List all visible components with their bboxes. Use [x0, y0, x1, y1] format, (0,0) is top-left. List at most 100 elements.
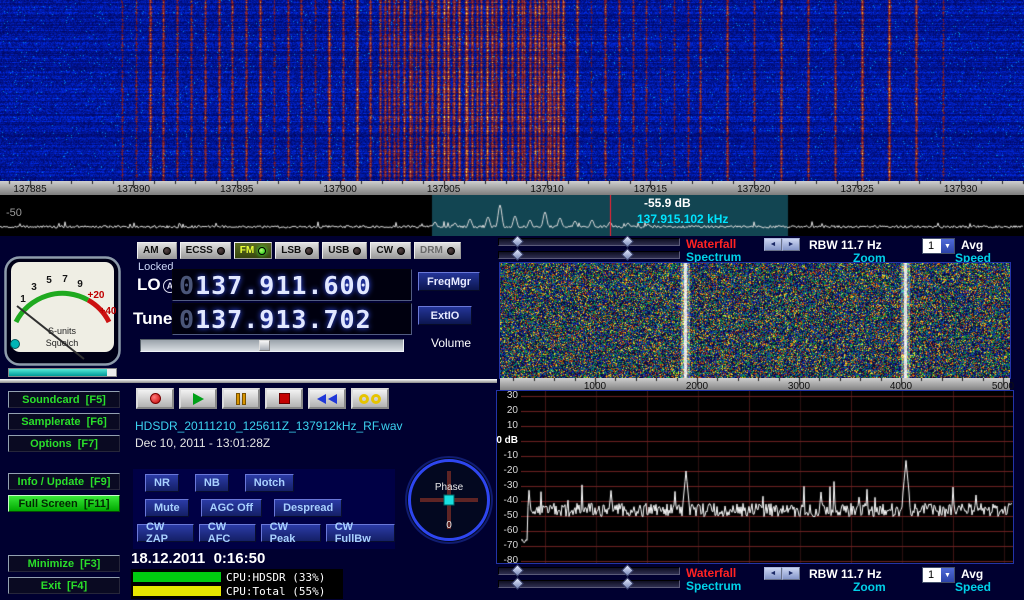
despread-button[interactable]: Despread: [274, 499, 342, 517]
mode-fm-button[interactable]: FM: [234, 242, 272, 259]
loop-icon: [371, 394, 381, 404]
phase-dial[interactable]: Phase 0: [404, 455, 494, 545]
audio-spectrum-canvas[interactable]: [521, 391, 1013, 563]
play-icon: [193, 393, 204, 405]
tune-label: Tune: [133, 309, 172, 329]
freqmgr-button[interactable]: FreqMgr: [418, 272, 480, 291]
s-meter[interactable]: 1 3 5 7 9 +20 +40 S-units Squelch: [4, 256, 121, 366]
recording-timestamp: Dec 10, 2011 - 13:01:28Z: [135, 436, 270, 450]
mode-cw-button[interactable]: CW: [370, 242, 411, 259]
volume-label: Volume: [431, 336, 471, 350]
loop-button[interactable]: [351, 388, 389, 409]
cpu-total-bar: [133, 586, 221, 596]
smeter-tick: 5: [46, 275, 52, 286]
minimize-button[interactable]: Minimize [F3]: [8, 555, 120, 572]
options-button[interactable]: Options [F7]: [8, 435, 120, 452]
db-label: 20: [507, 406, 518, 416]
scale-label: 137905: [427, 184, 460, 195]
tune-frequency-display[interactable]: 0137.913.702: [172, 303, 412, 335]
cpu-total-label: CPU:Total (55%): [226, 585, 325, 598]
rewind-button[interactable]: [308, 388, 346, 409]
lo-frequency-value[interactable]: 0137.911.600: [179, 271, 372, 300]
mode-label: DRM: [420, 245, 443, 256]
arrow-right-button[interactable]: ►: [782, 567, 800, 580]
nr-button[interactable]: NR: [145, 474, 179, 492]
slider-thumb[interactable]: [511, 577, 524, 590]
pause-button[interactable]: [222, 388, 260, 409]
slider-thumb[interactable]: [621, 235, 634, 248]
soundcard-button[interactable]: Soundcard [F5]: [8, 391, 120, 408]
waterfall-range-slider[interactable]: [498, 238, 680, 246]
rf-spectrum-canvas[interactable]: [0, 195, 1024, 236]
rewind-icon: [328, 394, 337, 404]
db-label: -10: [504, 451, 518, 461]
stop-button[interactable]: [265, 388, 303, 409]
slider-thumb[interactable]: [511, 564, 524, 577]
info-update-button[interactable]: Info / Update [F9]: [8, 473, 120, 490]
arrow-left-button[interactable]: ◄: [764, 238, 782, 251]
cw-peak-button[interactable]: CW Peak: [261, 524, 321, 542]
slider-thumb[interactable]: [621, 564, 634, 577]
spectrum-label[interactable]: Spectrum: [686, 250, 741, 264]
speed-label: Speed: [955, 580, 991, 594]
notch-button[interactable]: Notch: [245, 474, 294, 492]
mode-drm-button[interactable]: DRM: [414, 242, 461, 259]
smeter-tick: +20: [88, 290, 105, 301]
fullscreen-button[interactable]: Full Screen [F11]: [8, 495, 120, 512]
chevron-down-icon[interactable]: ▼: [941, 568, 954, 582]
waterfall-label[interactable]: Waterfall: [686, 566, 736, 580]
mode-label: AM: [143, 245, 159, 256]
tune-frequency-value[interactable]: 0137.913.702: [179, 305, 372, 334]
mute-button[interactable]: Mute: [145, 499, 189, 517]
waterfall-label[interactable]: Waterfall: [686, 237, 736, 251]
exit-button[interactable]: Exit [F4]: [8, 577, 120, 594]
panel-divider-slider[interactable]: [0, 379, 497, 383]
rf-frequency-ruler[interactable]: 1378851378901378951379001379051379101379…: [0, 181, 1024, 195]
mode-usb-button[interactable]: USB: [322, 242, 367, 259]
nb-button[interactable]: NB: [195, 474, 229, 492]
zoom-label: Zoom: [853, 580, 886, 594]
volume-slider[interactable]: [140, 339, 404, 352]
slider-thumb[interactable]: [621, 248, 634, 261]
play-button[interactable]: [179, 388, 217, 409]
slider-thumb[interactable]: [621, 577, 634, 590]
squelch-marker[interactable]: [11, 340, 20, 349]
mode-ecss-button[interactable]: ECSS: [180, 242, 231, 259]
slider-thumb[interactable]: [511, 248, 524, 261]
arrow-right-button[interactable]: ►: [782, 238, 800, 251]
arrow-left-button[interactable]: ◄: [764, 567, 782, 580]
slider-thumb[interactable]: [511, 235, 524, 248]
rf-spectrum-overview[interactable]: -50 -55.9 dB 137.915.102 kHz: [0, 195, 1024, 236]
audio-waterfall[interactable]: [500, 263, 1010, 378]
smeter-units-label: S-units: [48, 326, 77, 336]
spectrum-range-slider[interactable]: [498, 580, 680, 588]
avg-select[interactable]: 1 ▼: [922, 238, 955, 254]
lo-frequency-display[interactable]: 0137.911.600: [172, 269, 412, 301]
db-label: -30: [504, 481, 518, 491]
agc-button[interactable]: AGC Off: [201, 499, 262, 517]
mode-lsb-button[interactable]: LSB: [275, 242, 319, 259]
extio-button[interactable]: ExtIO: [418, 306, 472, 325]
rf-waterfall[interactable]: [0, 0, 1024, 181]
avg-select[interactable]: 1 ▼: [922, 567, 955, 583]
lock-status: Locked: [138, 261, 173, 273]
phase-center-marker: [444, 495, 454, 505]
cw-zap-button[interactable]: CW ZAP: [137, 524, 194, 542]
scale-label: 137910: [530, 184, 563, 195]
record-button[interactable]: [136, 388, 174, 409]
waterfall-range-slider[interactable]: [498, 567, 680, 575]
cw-fullbw-button[interactable]: CW FullBw: [326, 524, 395, 542]
scale-label: 137890: [117, 184, 150, 195]
volume-slider-thumb[interactable]: [259, 340, 270, 351]
spectrum-range-slider[interactable]: [498, 251, 680, 259]
samplerate-button[interactable]: Samplerate [F6]: [8, 413, 120, 430]
mode-label: USB: [328, 245, 349, 256]
mode-am-button[interactable]: AM: [137, 242, 177, 259]
clock: 18.12.2011 0:16:50: [131, 550, 265, 567]
cw-afc-button[interactable]: CW AFC: [199, 524, 256, 542]
smeter-tick: 9: [77, 279, 83, 290]
cpu-hdsdr-bar: [133, 572, 221, 582]
chevron-down-icon[interactable]: ▼: [941, 239, 954, 253]
audio-spectrum[interactable]: 3020100 dB-10-20-30-40-50-60-70-80: [496, 390, 1014, 564]
spectrum-label[interactable]: Spectrum: [686, 579, 741, 593]
